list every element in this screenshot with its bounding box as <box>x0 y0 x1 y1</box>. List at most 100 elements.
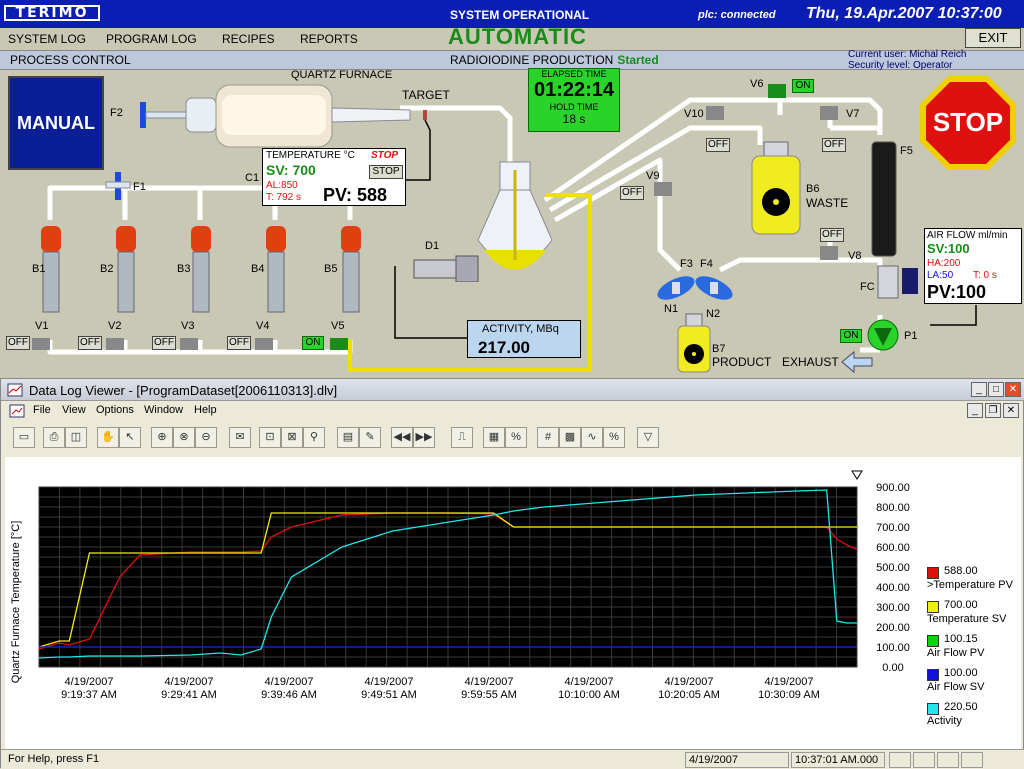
pump-p1-toggle[interactable]: ON <box>840 329 862 343</box>
airflow-ha: HA:200 <box>927 258 961 269</box>
grid-lines-icon[interactable]: ▦ <box>483 427 505 448</box>
zoom-window-icon[interactable]: ⊡ <box>259 427 281 448</box>
legend-swatch-activity <box>927 703 939 715</box>
document-icon <box>9 404 25 418</box>
product-bottle-b7 <box>677 313 711 373</box>
valve-v2-label: V2 <box>108 320 122 332</box>
zoom-in-icon[interactable]: ⊕ <box>151 427 173 448</box>
bottle-b4-label: B4 <box>251 263 265 275</box>
x-tick-label: 9:19:37 AM <box>61 689 117 701</box>
legend-swatch-temperature-sv <box>927 601 939 613</box>
magnify-icon[interactable]: ⚲ <box>303 427 325 448</box>
production-name: RADIOIODINE PRODUCTION <box>450 53 614 67</box>
waste-bottle-b6 <box>751 141 801 235</box>
bottle-b4 <box>266 226 286 313</box>
valve-v1-toggle[interactable]: OFF <box>6 336 30 350</box>
print-preview-icon[interactable]: ◫ <box>65 427 87 448</box>
x-tick-label: 10:20:05 AM <box>658 689 720 701</box>
x-tick-label: 4/19/2007 <box>165 676 214 688</box>
menu-window[interactable]: Window <box>144 404 183 416</box>
menu-reports[interactable]: REPORTS <box>300 32 358 46</box>
detector-d1-label: D1 <box>425 240 440 252</box>
y-tick-label: 200.00 <box>876 622 910 634</box>
doc-minimize-button[interactable]: _ <box>967 403 983 418</box>
menu-program-log[interactable]: PROGRAM LOG <box>106 32 197 46</box>
exhaust-label: EXHAUST <box>782 355 839 369</box>
x-tick-label: 9:29:41 AM <box>161 689 217 701</box>
filter-icon[interactable]: ▽ <box>637 427 659 448</box>
filter-f1-label: F1 <box>133 181 146 193</box>
minimize-button[interactable]: _ <box>971 382 987 397</box>
valve-bodies <box>32 338 348 350</box>
exit-button[interactable]: EXIT <box>965 28 1021 48</box>
zoom-x-icon[interactable]: ⊗ <box>173 427 195 448</box>
properties-icon[interactable]: ▤ <box>337 427 359 448</box>
y-tick-label: 100.00 <box>876 642 910 654</box>
x-tick-label: 4/19/2007 <box>265 676 314 688</box>
legend-item: 220.50 Activity <box>927 701 1024 735</box>
pump-p1-label: P1 <box>904 330 918 342</box>
menu-help[interactable]: Help <box>194 404 217 416</box>
status-pane <box>913 752 935 768</box>
pan-icon[interactable]: ✋ <box>97 427 119 448</box>
viewer-menu-bar: File View Options Window Help _ ❐ ✕ <box>1 402 1024 420</box>
furnace-title: QUARTZ FURNACE <box>291 69 393 81</box>
highlight-icon[interactable]: ✎ <box>359 427 381 448</box>
valve-v9-toggle[interactable]: OFF <box>620 186 644 200</box>
viewer-toolbar: ▭ ⎙ ◫ ✋ ↖ ⊕ ⊗ ⊖ ✉ ⊡ ⊠ ⚲ ▤ ✎ ◀◀ ▶▶ ⎍ ▦ % … <box>1 423 1024 451</box>
valve-v9-body <box>654 182 672 196</box>
status-help: For Help, press F1 <box>8 753 100 765</box>
select-icon[interactable]: ↖ <box>119 427 141 448</box>
status-pane <box>961 752 983 768</box>
time-cursor-marker <box>851 470 863 480</box>
viewer-status-bar: For Help, press F1 4/19/2007 10:37:01 AM… <box>1 749 1024 769</box>
menu-view[interactable]: View <box>62 404 86 416</box>
grid-icon[interactable]: # <box>537 427 559 448</box>
legend-value: 700.00 <box>944 599 978 611</box>
zoom-fit-icon[interactable]: ⊠ <box>281 427 303 448</box>
menu-recipes[interactable]: RECIPES <box>222 32 275 46</box>
flow-controller-fc-label: FC <box>860 281 875 293</box>
status-time: 10:37:01 AM.000 <box>791 752 885 768</box>
forward-icon[interactable]: ▶▶ <box>413 427 435 448</box>
y-tick-label: 800.00 <box>876 502 910 514</box>
y-tick-label: 400.00 <box>876 582 910 594</box>
waste-label: WASTE <box>806 196 849 210</box>
column-f5-label: F5 <box>900 145 913 157</box>
percent-icon[interactable]: % <box>603 427 625 448</box>
ratio-icon[interactable]: % <box>505 427 527 448</box>
doc-close-button[interactable]: ✕ <box>1003 403 1019 418</box>
bottle-b2-label: B2 <box>100 263 114 275</box>
bottle-b5-label: B5 <box>324 263 338 275</box>
chart-legend: 588.00 >Temperature PV 700.00 Temperature … <box>927 565 1024 735</box>
menu-options[interactable]: Options <box>96 404 134 416</box>
menu-file[interactable]: File <box>33 404 51 416</box>
colors-icon[interactable]: ▩ <box>559 427 581 448</box>
zoom-out-icon[interactable]: ⊖ <box>195 427 217 448</box>
date-time: Thu, 19.Apr.2007 10:37:00 <box>806 5 1002 22</box>
doc-restore-button[interactable]: ❐ <box>985 403 1001 418</box>
hold-time-label: HOLD TIME <box>549 102 599 112</box>
menu-system-log[interactable]: SYSTEM LOG <box>8 32 86 46</box>
target-label: TARGET <box>402 88 450 102</box>
open-icon[interactable]: ▭ <box>13 427 35 448</box>
print-icon[interactable]: ⎙ <box>43 427 65 448</box>
maximize-button[interactable]: □ <box>988 382 1004 397</box>
elapsed-label: ELAPSED TIME <box>541 69 607 79</box>
product-label: PRODUCT <box>712 355 772 369</box>
mail-icon[interactable]: ✉ <box>229 427 251 448</box>
airflow-timer: T: 0 s <box>973 270 997 281</box>
airflow-pv: PV:100 <box>927 282 987 302</box>
close-button[interactable]: ✕ <box>1005 382 1021 397</box>
trend-icon[interactable]: ∿ <box>581 427 603 448</box>
rewind-icon[interactable]: ◀◀ <box>391 427 413 448</box>
step-chart-icon[interactable]: ⎍ <box>451 427 473 448</box>
temperature-controller: TEMPERATURE °C STOP SV: 700 STOP AL:850 … <box>262 148 406 206</box>
b7-label: B7 <box>712 343 726 355</box>
data-log-viewer-window: Data Log Viewer - [ProgramDataset[200611… <box>0 378 1024 769</box>
current-user: Current user: Michal Reich <box>848 49 967 60</box>
x-tick-label: 9:39:46 AM <box>261 689 317 701</box>
temp-stop-button[interactable]: STOP <box>369 165 403 179</box>
y-tick-label: 500.00 <box>876 562 910 574</box>
legend-value: 588.00 <box>944 565 978 577</box>
